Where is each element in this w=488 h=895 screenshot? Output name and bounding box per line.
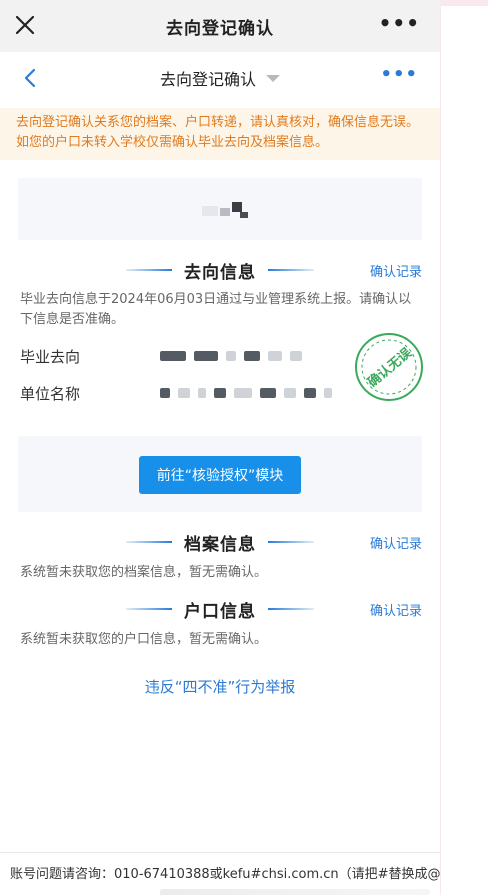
archive-record-link[interactable]: 确认记录 (370, 533, 422, 552)
divider-right (268, 269, 314, 271)
app-bar: 去向登记确认 ••• (0, 0, 440, 52)
divider-left (126, 269, 172, 271)
back-arrow-icon[interactable] (20, 67, 42, 89)
page-header: 去向登记确认 ••• (0, 52, 440, 104)
right-gutter (440, 0, 488, 895)
blurred-name (202, 202, 248, 218)
stamp-text: 确认无误 (365, 344, 416, 390)
divider-left (126, 541, 172, 543)
app-title: 去向登记确认 (166, 18, 274, 39)
page: 去向登记确认 ••• 去向登记确认 ••• 去向登记确认关系您的档案、户口转递，… (0, 0, 454, 895)
destination-description: 毕业去向信息于2024年06月03日通过与业管理系统上报。请确认以下信息是否准确… (20, 292, 412, 327)
destination-title: 去向信息 (184, 262, 256, 283)
notice-text: 去向登记确认关系您的档案、户口转递，请认真核对，确保信息无误。如您的户口未转入学… (16, 115, 420, 150)
student-name-card (18, 178, 422, 240)
archive-title: 档案信息 (184, 534, 256, 555)
hukou-description: 系统暂未获取您的户口信息，暂无需确认。 (20, 632, 268, 647)
report-violation-link[interactable]: 违反“四不准”行为举报 (0, 676, 440, 697)
more-menu-icon[interactable]: ••• (379, 13, 420, 33)
caret-down-icon (266, 74, 280, 82)
notice-banner: 去向登记确认关系您的档案、户口转递，请认真核对，确保信息无误。如您的户口未转入学… (0, 108, 440, 160)
blurred-value (160, 386, 332, 400)
field-label: 毕业去向 (20, 347, 81, 366)
footer-contact: 账号问题请咨询：010-67410388或kefu#chsi.com.cn（请把… (10, 867, 454, 882)
verify-authorization-button[interactable]: 前往“核验授权”模块 (139, 456, 301, 494)
divider-right (268, 541, 314, 543)
confirmed-stamp-icon: 确认无误 (355, 333, 423, 401)
page-title-dropdown[interactable]: 去向登记确认 (160, 66, 280, 90)
divider-left (126, 608, 172, 610)
destination-record-link[interactable]: 确认记录 (370, 261, 422, 280)
footer-faded-text (160, 889, 430, 895)
hukou-title: 户口信息 (184, 601, 256, 622)
page-more-icon[interactable]: ••• (380, 66, 418, 84)
archive-description: 系统暂未获取您的档案信息，暂无需确认。 (20, 565, 268, 580)
footer: 账号问题请咨询：010-67410388或kefu#chsi.com.cn（请把… (0, 852, 454, 895)
close-icon[interactable] (12, 12, 38, 38)
gutter-top-strip (441, 0, 488, 6)
divider-right (268, 608, 314, 610)
blurred-value (160, 349, 302, 363)
page-title: 去向登记确认 (159, 70, 256, 89)
hukou-record-link[interactable]: 确认记录 (370, 600, 422, 619)
field-label: 单位名称 (20, 384, 81, 403)
